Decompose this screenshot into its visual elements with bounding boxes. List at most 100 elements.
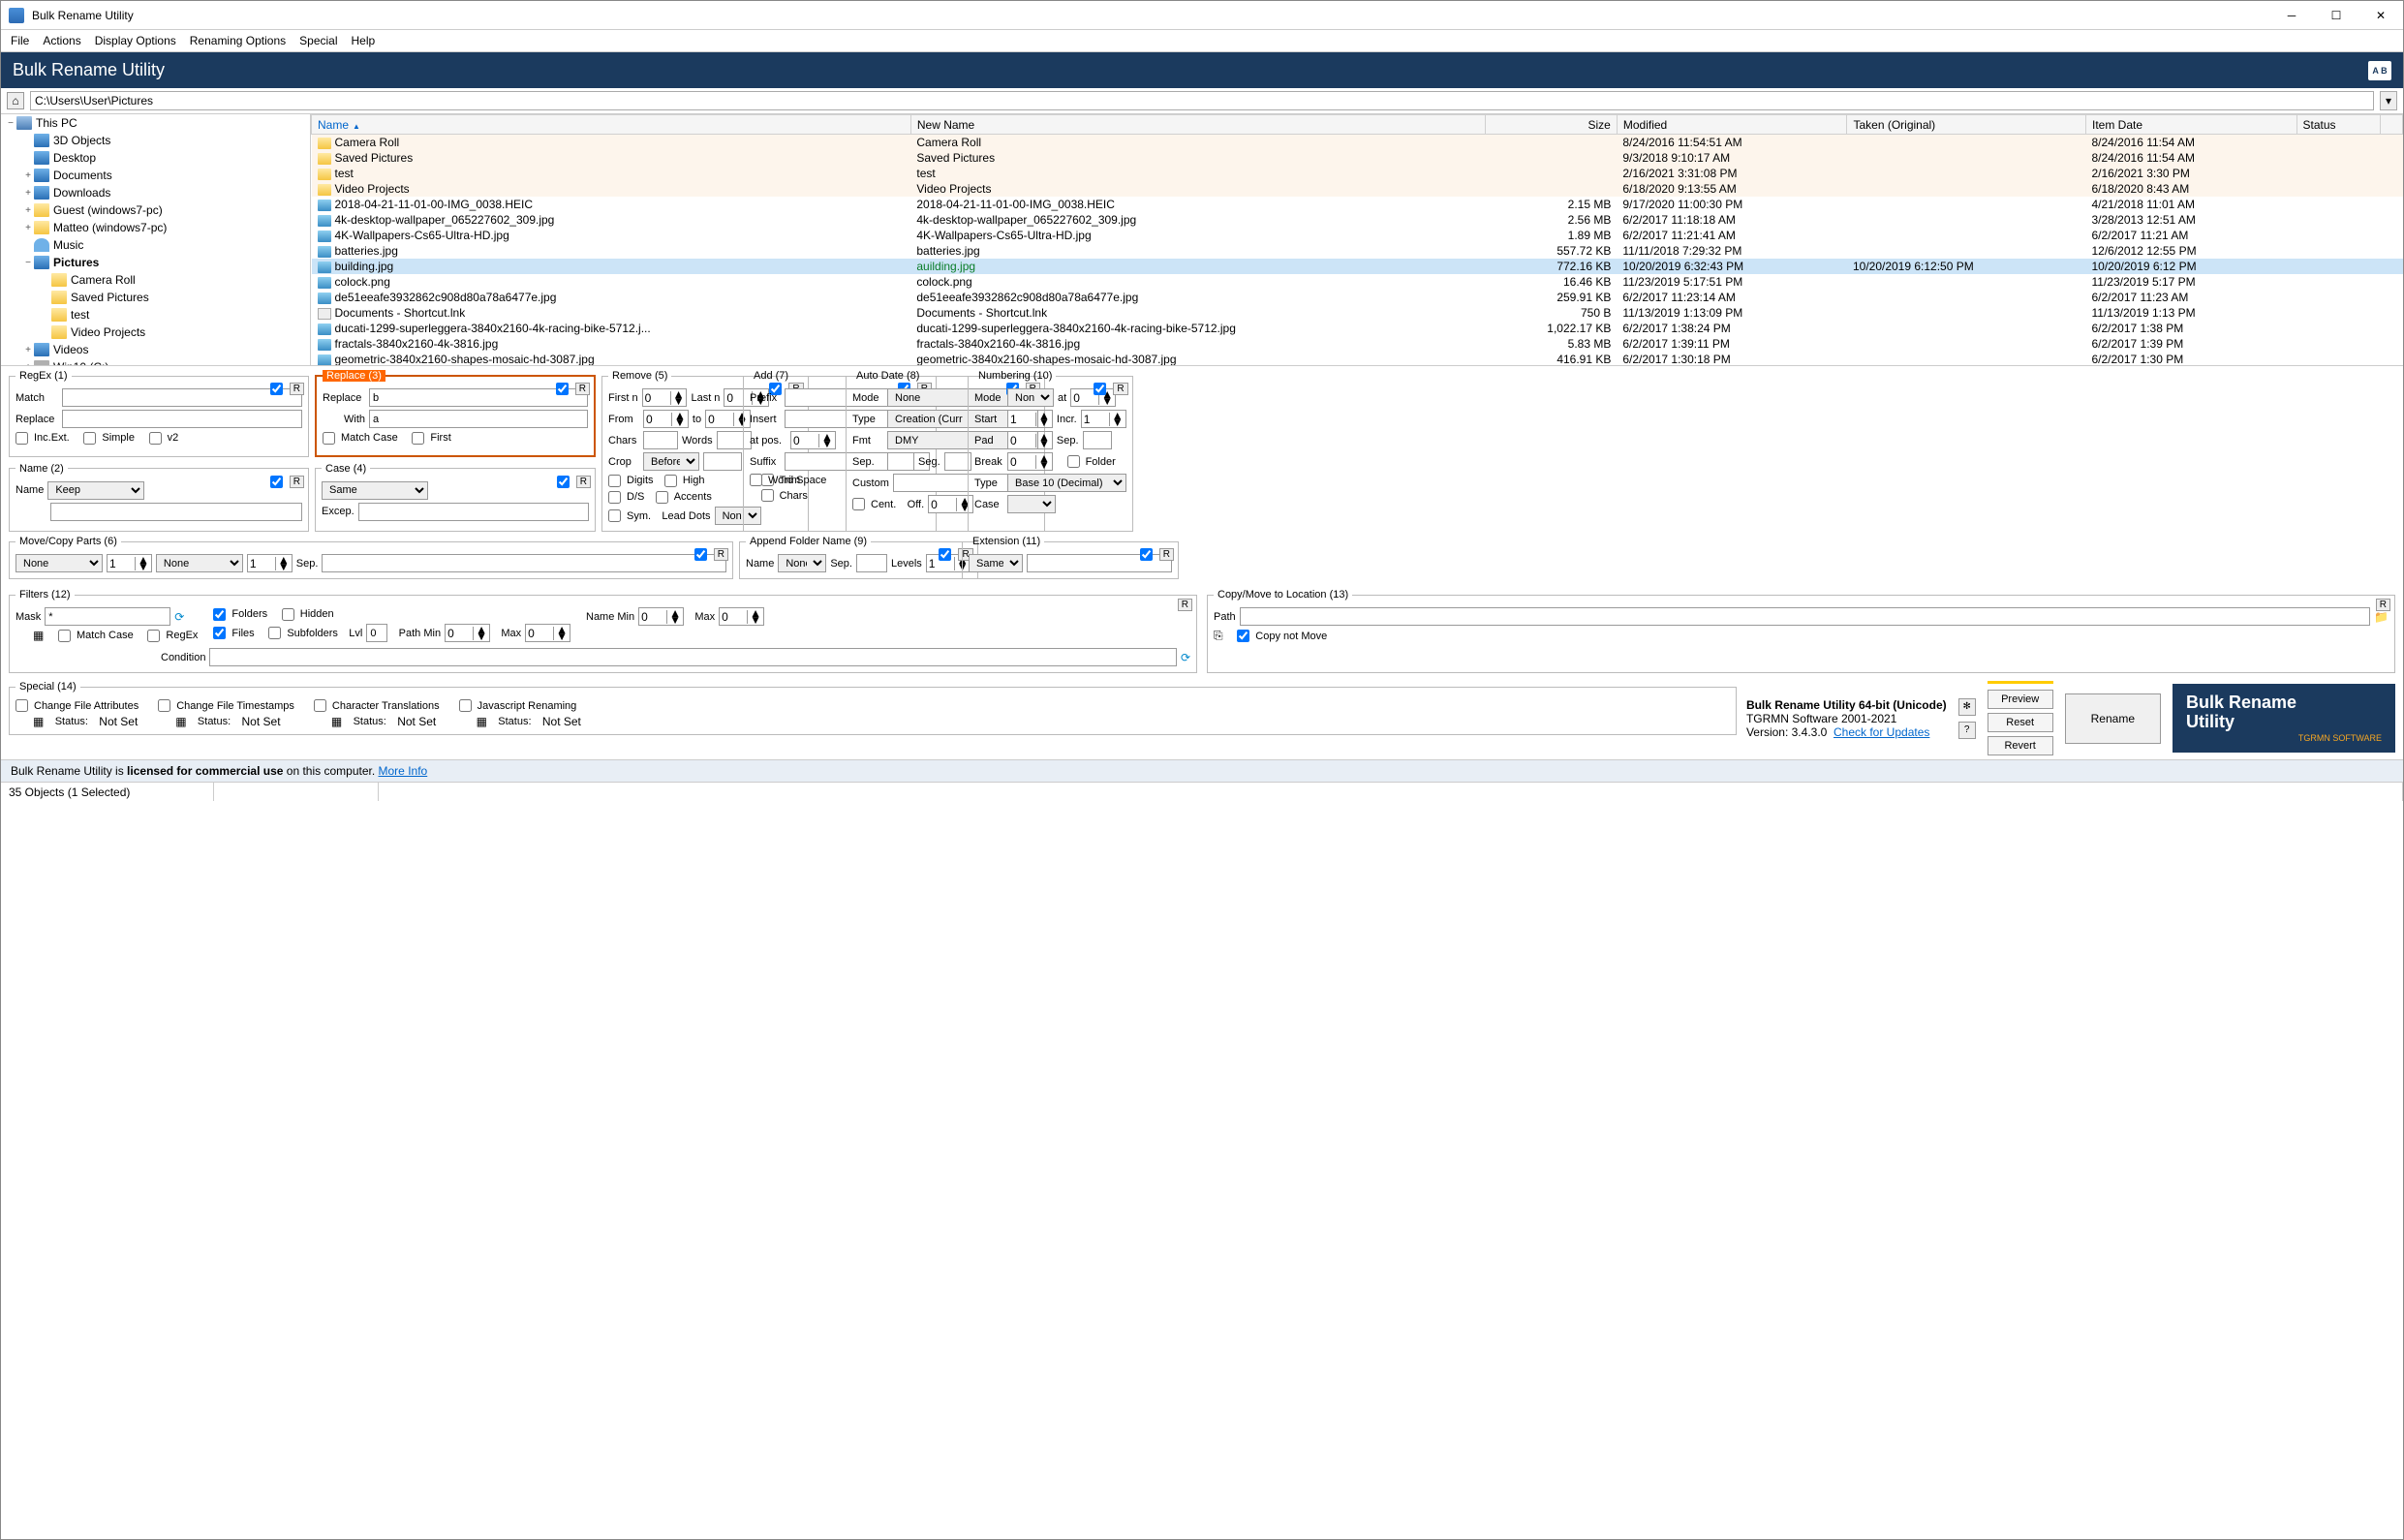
tree-item[interactable]: Camera Roll [1,271,310,289]
movecopy-select1[interactable]: None [15,554,103,572]
name2-enable[interactable] [270,476,283,488]
numbering-break-spin[interactable]: ▲▼ [1007,452,1053,471]
close-button[interactable]: ✕ [2358,1,2403,30]
remove-digits[interactable] [608,475,621,487]
with-input[interactable] [369,410,588,428]
menu-help[interactable]: Help [352,34,376,47]
tree-item[interactable]: +Win10 (C:) [1,358,310,365]
regex-replace-input[interactable] [62,410,302,428]
filters-hidden[interactable] [282,608,294,621]
copymove-copynotmove[interactable] [1237,630,1249,642]
replace-enable[interactable] [556,383,569,395]
numbering-type-select[interactable]: Base 10 (Decimal) [1007,474,1126,492]
ext-enable[interactable] [1140,548,1153,561]
case4-mode-select[interactable]: Same [322,481,428,500]
menu-file[interactable]: File [11,34,29,47]
case4-excep-input[interactable] [358,503,589,521]
special-cft[interactable] [158,699,170,712]
col-status[interactable]: Status [2296,115,2381,135]
numbering-start-spin[interactable]: ▲▼ [1007,410,1053,428]
replace-reset[interactable]: R [575,383,590,395]
special-ct[interactable] [314,699,326,712]
file-row[interactable]: testtest2/16/2021 3:31:08 PM2/16/2021 3:… [312,166,2403,181]
case4-enable[interactable] [557,476,570,488]
copy-icon[interactable]: ⎘ [1214,629,1223,643]
filter-icon[interactable]: ▦ [33,629,44,642]
name2-input[interactable] [50,503,302,521]
file-row[interactable]: Camera RollCamera Roll8/24/2016 11:54:51… [312,135,2403,151]
copymove-path-input[interactable] [1240,607,2370,626]
tree-item[interactable]: −Pictures [1,254,310,271]
file-row[interactable]: building.jpgauilding.jpg772.16 KB10/20/2… [312,259,2403,274]
check-updates-link[interactable]: Check for Updates [1834,725,1929,739]
menu-actions[interactable]: Actions [43,34,80,47]
rename-button[interactable]: Rename [2065,693,2161,744]
file-row[interactable]: Documents - Shortcut.lnkDocuments - Shor… [312,305,2403,321]
refresh-icon-2[interactable]: ⟳ [1181,651,1190,664]
filters-subfolders[interactable] [268,627,281,639]
tree-item[interactable]: test [1,306,310,323]
autodate-cent[interactable] [852,498,865,510]
special-cfa[interactable] [15,699,28,712]
numbering-case-select[interactable] [1007,495,1056,513]
minimize-button[interactable]: ─ [2269,1,2314,30]
tree-item[interactable]: +Downloads [1,184,310,201]
remove-from-spin[interactable]: ▲▼ [643,410,689,428]
replace-first[interactable] [412,432,424,445]
name2-reset[interactable]: R [290,476,304,488]
filters-condition-input[interactable] [209,648,1176,666]
filters-mask-input[interactable] [45,607,170,626]
numbering-incr-spin[interactable]: ▲▼ [1081,410,1126,428]
reset-button[interactable]: Reset [1988,713,2053,732]
remove-ds[interactable] [608,491,621,504]
col-itemdate[interactable]: Item Date [2085,115,2296,135]
numbering-sep-input[interactable] [1083,431,1112,449]
file-list[interactable]: Name▲ New Name Size Modified Taken (Orig… [311,114,2403,365]
cfa-icon[interactable]: ▦ [33,715,44,728]
ext-reset[interactable]: R [1159,548,1174,561]
regex-enable[interactable] [270,383,283,395]
remove-chars-input[interactable] [643,431,678,449]
add-atpos-spin[interactable]: ▲▼ [790,431,836,449]
filters-matchcase[interactable] [58,630,71,642]
file-row[interactable]: Video ProjectsVideo Projects6/18/2020 9:… [312,181,2403,197]
append-enable[interactable] [939,548,951,561]
case4-reset[interactable]: R [576,476,591,488]
col-taken[interactable]: Taken (Original) [1847,115,2086,135]
tree-item[interactable]: Saved Pictures [1,289,310,306]
remove-high[interactable] [664,475,677,487]
filters-namemax-spin[interactable]: ▲▼ [719,607,764,626]
filters-pathmin-spin[interactable]: ▲▼ [445,624,490,642]
remove-firstn-spin[interactable]: ▲▼ [642,388,688,407]
filters-namemin-spin[interactable]: ▲▼ [638,607,684,626]
movecopy-reset[interactable]: R [714,548,728,561]
file-row[interactable]: de51eeafe3932862c908d80a78a6477e.jpgde51… [312,290,2403,305]
up-button[interactable]: ⌂ [7,92,24,109]
autodate-sep-input[interactable] [887,452,914,471]
tree-item[interactable]: −This PC [1,114,310,132]
menu-renaming-options[interactable]: Renaming Options [190,34,286,47]
refresh-icon[interactable]: ⟳ [174,610,184,624]
path-dropdown[interactable]: ▾ [2380,91,2397,110]
remove-sym[interactable] [608,509,621,522]
banner-icon[interactable]: A B [2368,61,2391,80]
numbering-mode-select[interactable]: None [1007,388,1054,407]
menu-display-options[interactable]: Display Options [95,34,176,47]
maximize-button[interactable]: ☐ [2314,1,2358,30]
file-row[interactable]: colock.pngcolock.png16.46 KB11/23/2019 5… [312,274,2403,290]
preview-button[interactable]: Preview [1988,690,2053,709]
filters-files[interactable] [213,627,226,639]
numbering-pad-spin[interactable]: ▲▼ [1007,431,1053,449]
regex-simple[interactable] [83,432,96,445]
tree-item[interactable]: +Matteo (windows7-pc) [1,219,310,236]
cft-icon[interactable]: ▦ [175,715,186,728]
path-input[interactable] [30,91,2374,110]
info-icon[interactable]: ✻ [1958,698,1976,716]
col-size[interactable]: Size [1486,115,1618,135]
file-row[interactable]: 2018-04-21-11-01-00-IMG_0038.HEIC2018-04… [312,197,2403,212]
file-row[interactable]: 4K-Wallpapers-Cs65-Ultra-HD.jpg4K-Wallpa… [312,228,2403,243]
regex-reset[interactable]: R [290,383,304,395]
movecopy-sep-input[interactable] [322,554,726,572]
numbering-enable[interactable] [1094,383,1106,395]
tree-item[interactable]: Video Projects [1,323,310,341]
